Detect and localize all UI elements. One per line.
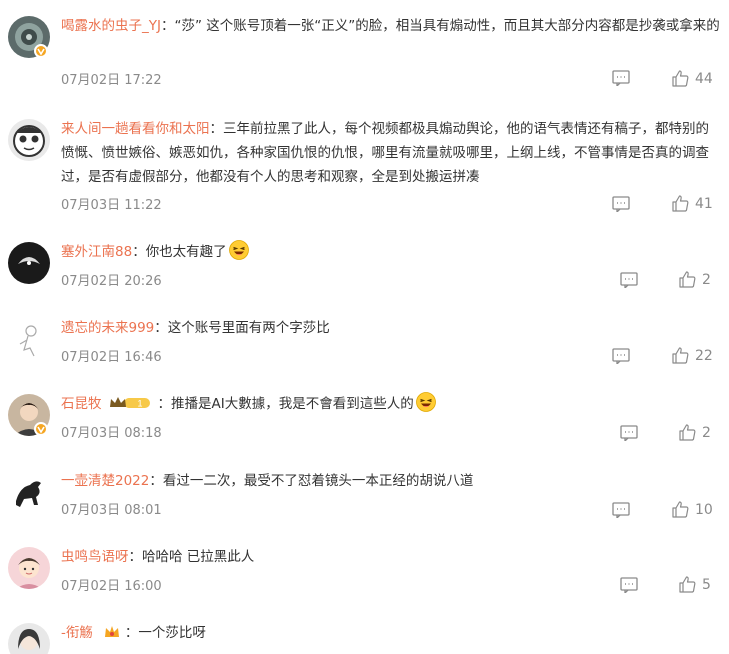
- separator: ：: [154, 320, 168, 336]
- comment-item: 一壶清楚2022：看过一二次，最受不了怼着镜头一本正经的胡说八道 07月03日 …: [0, 469, 729, 529]
- like-button[interactable]: 2: [679, 271, 711, 288]
- comment-icon: [620, 425, 638, 441]
- verified-v-icon: [34, 422, 48, 436]
- like-button[interactable]: 5: [679, 576, 711, 593]
- avatar[interactable]: [8, 471, 50, 513]
- username-link[interactable]: -衔觞: [61, 625, 93, 641]
- comment-icon: [620, 272, 638, 288]
- timestamp: 07月03日 08:18: [61, 426, 162, 441]
- like-button[interactable]: 41: [672, 195, 713, 212]
- comment-body: 虫鸣鸟语呀：哈哈哈 已拉黑此人: [61, 545, 721, 569]
- username-link[interactable]: 石昆牧: [61, 396, 102, 412]
- comment-body: 来人间一趟看看你和太阳：三年前拉黑了此人，每个视频都极具煽动舆论，他的语气表情还…: [61, 117, 721, 189]
- timestamp: 07月02日 16:00: [61, 579, 162, 594]
- comment-item: 塞外江南88：你也太有趣了 07月02日 20:26 2: [0, 240, 729, 300]
- avatar[interactable]: [8, 623, 50, 654]
- comment-text: 这个账号里面有两个字莎比: [167, 320, 330, 336]
- separator: ：: [124, 625, 139, 641]
- laughing-emoji-icon: [415, 392, 436, 412]
- like-count: 44: [695, 70, 713, 87]
- comment-body: 一壶清楚2022：看过一二次，最受不了怼着镜头一本正经的胡说八道: [61, 469, 721, 493]
- comment-icon: [620, 577, 638, 593]
- like-button[interactable]: 10: [672, 501, 713, 518]
- username-link[interactable]: 一壶清楚2022: [61, 473, 149, 489]
- comment-icon: [612, 70, 630, 86]
- comment-item: 虫鸣鸟语呀：哈哈哈 已拉黑此人 07月02日 16:00 5: [0, 545, 729, 605]
- comment-text: 一个莎比呀: [138, 625, 206, 641]
- comment-icon: [612, 196, 630, 212]
- like-button[interactable]: 22: [672, 347, 713, 364]
- crown-badge-icon: [103, 624, 121, 648]
- timestamp: 07月02日 17:22: [61, 73, 162, 88]
- comment-body: 喝露水的虫子_YJ：“莎” 这个账号顶着一张“正义”的脸，相当具有煽动性，而且其…: [61, 14, 721, 38]
- like-button[interactable]: 2: [679, 424, 711, 441]
- comment-text: 你也太有趣了: [145, 244, 227, 260]
- timestamp: 07月02日 16:46: [61, 350, 162, 365]
- reply-button[interactable]: [620, 272, 638, 288]
- comment-item: -衔觞 ：一个莎比呀: [0, 621, 729, 654]
- thumbs-up-icon: [679, 576, 696, 593]
- comment-body: 石昆牧 1 ：推播是AI大數據，我是不會看到這些人的: [61, 392, 721, 419]
- like-button[interactable]: 44: [672, 70, 713, 87]
- comment-item: 遗忘的未来999：这个账号里面有两个字莎比 07月02日 16:46 22: [0, 316, 729, 376]
- thumbs-up-icon: [672, 195, 689, 212]
- comment-text: 推播是AI大數據，我是不會看到這些人的: [171, 396, 414, 412]
- comment-icon: [612, 502, 630, 518]
- like-count: 10: [695, 501, 713, 518]
- separator: ：: [157, 396, 172, 412]
- like-count: 2: [702, 424, 711, 441]
- comment-text: “莎” 这个账号顶着一张“正义”的脸，相当具有煽动性，而且其大部分内容都是抄袭或…: [174, 18, 720, 34]
- reply-button[interactable]: [620, 577, 638, 593]
- like-count: 41: [695, 195, 713, 212]
- avatar[interactable]: [8, 119, 50, 161]
- thumbs-up-icon: [672, 70, 689, 87]
- comment-text: 看过一二次，最受不了怼着镜头一本正经的胡说八道: [162, 473, 474, 489]
- vip-level-badge[interactable]: 1: [108, 395, 152, 419]
- comment-body: 塞外江南88：你也太有趣了: [61, 240, 721, 264]
- reply-button[interactable]: [612, 70, 630, 86]
- username-link[interactable]: 遗忘的未来999: [61, 320, 154, 336]
- thumbs-up-icon: [679, 424, 696, 441]
- timestamp: 07月03日 08:01: [61, 503, 162, 518]
- username-link[interactable]: 喝露水的虫子_YJ: [61, 18, 161, 34]
- reply-button[interactable]: [612, 502, 630, 518]
- comment-icon: [612, 348, 630, 364]
- separator: ：: [128, 549, 143, 565]
- username-link[interactable]: 塞外江南88: [61, 244, 132, 260]
- avatar[interactable]: [8, 318, 50, 360]
- separator: ：: [149, 473, 163, 489]
- separator: ：: [160, 18, 175, 34]
- separator: ：: [209, 121, 224, 137]
- thumbs-up-icon: [672, 501, 689, 518]
- like-count: 5: [702, 576, 711, 593]
- separator: ：: [132, 244, 146, 260]
- username-link[interactable]: 来人间一趟看看你和太阳: [61, 121, 210, 137]
- laughing-emoji-icon: [228, 240, 249, 260]
- like-count: 22: [695, 347, 713, 364]
- vip-level-text: 1: [137, 399, 142, 409]
- comment-body: 遗忘的未来999：这个账号里面有两个字莎比: [61, 316, 721, 340]
- comment-item: 来人间一趟看看你和太阳：三年前拉黑了此人，每个视频都极具煽动舆论，他的语气表情还…: [0, 117, 729, 217]
- comment-item: 石昆牧 1 ：推播是AI大數據，我是不會看到這些人的 07月03日 08:18 2: [0, 392, 729, 452]
- comment-item: 喝露水的虫子_YJ：“莎” 这个账号顶着一张“正义”的脸，相当具有煽动性，而且其…: [0, 14, 729, 94]
- reply-button[interactable]: [612, 348, 630, 364]
- reply-button[interactable]: [620, 425, 638, 441]
- timestamp: 07月03日 11:22: [61, 198, 162, 213]
- timestamp: 07月02日 20:26: [61, 274, 162, 289]
- username-link[interactable]: 虫鸣鸟语呀: [61, 549, 129, 565]
- verified-v-icon: [34, 44, 48, 58]
- comment-body: -衔觞 ：一个莎比呀: [61, 621, 721, 648]
- avatar[interactable]: [8, 242, 50, 284]
- avatar[interactable]: [8, 547, 50, 589]
- like-count: 2: [702, 271, 711, 288]
- thumbs-up-icon: [679, 271, 696, 288]
- comment-text: 哈哈哈 已拉黑此人: [142, 549, 255, 565]
- reply-button[interactable]: [612, 196, 630, 212]
- thumbs-up-icon: [672, 347, 689, 364]
